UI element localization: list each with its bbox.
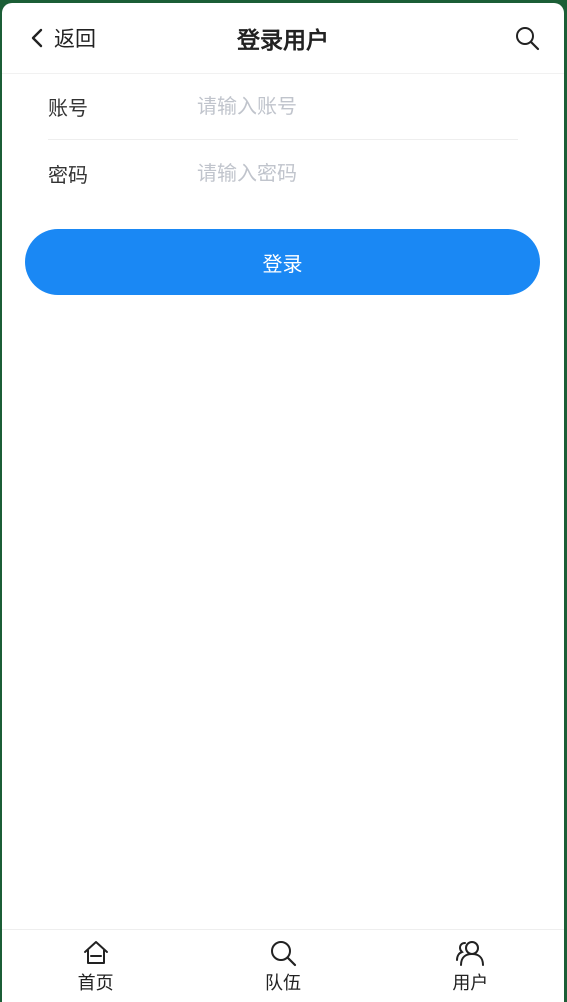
password-row: 密码 bbox=[48, 140, 518, 206]
tab-user-label: 用户 bbox=[452, 973, 489, 994]
password-input[interactable] bbox=[197, 161, 518, 185]
password-label: 密码 bbox=[48, 162, 88, 187]
tab-home[interactable]: 首页 bbox=[2, 930, 189, 1002]
tab-team[interactable]: 队伍 bbox=[189, 930, 376, 1002]
account-input[interactable] bbox=[197, 94, 518, 118]
tab-bar: 首页 队伍 用户 bbox=[2, 929, 564, 1002]
account-label: 账号 bbox=[48, 95, 88, 120]
page-title: 登录用户 bbox=[237, 28, 329, 54]
login-button[interactable]: 登录 bbox=[25, 229, 540, 295]
tab-user[interactable]: 用户 bbox=[377, 930, 564, 1002]
navbar: 返回 登录用户 bbox=[2, 3, 564, 74]
account-row: 账号 bbox=[48, 73, 518, 140]
app-screen: 返回 登录用户 账号 密码 登录 首页 队伍 bbox=[2, 3, 564, 1002]
tab-home-label: 首页 bbox=[77, 973, 114, 994]
users-icon bbox=[456, 941, 485, 966]
search-icon bbox=[270, 941, 297, 967]
search-icon[interactable] bbox=[514, 25, 540, 51]
home-icon bbox=[83, 941, 108, 964]
tab-team-label: 队伍 bbox=[264, 973, 301, 994]
